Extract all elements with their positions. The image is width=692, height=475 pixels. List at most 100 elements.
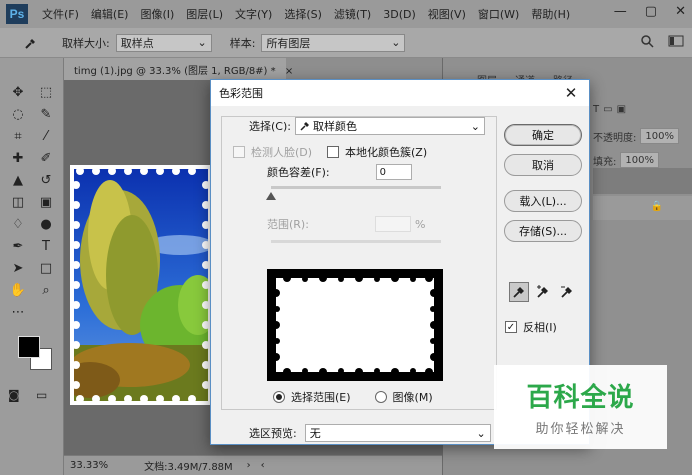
type-tool-icon[interactable]: T <box>34 236 58 256</box>
quick-select-tool-icon[interactable]: ✎ <box>34 104 58 124</box>
brush-tool-icon[interactable]: ✐ <box>34 148 58 168</box>
foreground-color-swatch[interactable] <box>18 336 40 358</box>
menu-file[interactable]: 文件(F) <box>42 6 79 22</box>
invert-checkbox[interactable]: ✓ <box>505 321 517 333</box>
close-tab-icon[interactable]: × <box>285 66 293 77</box>
healing-tool-icon[interactable]: ✚ <box>6 148 30 168</box>
fill-label: 填充: <box>593 156 617 168</box>
menu-edit[interactable]: 编辑(E) <box>91 6 129 22</box>
fuzziness-label: 颜色容差(F): <box>267 166 330 179</box>
marquee-tool-icon[interactable]: ⬚ <box>34 82 58 102</box>
more-tools-icon[interactable]: ⋯ <box>6 302 30 322</box>
cancel-button[interactable]: 取消 <box>504 154 582 176</box>
photoshop-logo: Ps <box>6 4 28 24</box>
fuzziness-slider-track[interactable] <box>271 186 441 189</box>
eyedropper-tool[interactable] <box>509 282 529 302</box>
document-tab-bar: timg (1).jpg @ 33.3% (图层 1, RGB/8#) * × <box>64 58 442 80</box>
fill-input[interactable]: 100% <box>620 152 659 168</box>
eyedropper-tool-preset[interactable] <box>18 33 44 53</box>
menu-type[interactable]: 文字(Y) <box>235 6 272 22</box>
range-input <box>374 216 411 232</box>
stamp-tool-icon[interactable]: ▲ <box>6 170 30 190</box>
move-tool-icon[interactable]: ✥ <box>6 82 30 102</box>
add-to-sample-tool[interactable] <box>533 282 553 302</box>
status-menu-arrow-icon[interactable]: › <box>247 460 251 471</box>
sample-select[interactable]: 所有图层 ⌄ <box>261 33 406 52</box>
opacity-row: 不透明度: 100% <box>593 128 679 144</box>
hand-tool-icon[interactable]: ✋ <box>6 280 30 300</box>
preview-dropdown[interactable]: 无 ⌄ <box>304 424 491 442</box>
subtract-from-sample-tool[interactable] <box>557 282 577 302</box>
invert-row: ✓ 反相(I) <box>505 319 557 335</box>
lasso-tool-icon[interactable]: ◌ <box>6 104 30 124</box>
workspace-icon[interactable] <box>668 34 684 48</box>
type-filter-icon[interactable]: T <box>593 104 599 115</box>
history-brush-icon[interactable]: ↺ <box>34 170 58 190</box>
search-icon[interactable] <box>640 34 654 48</box>
eyedropper-minus-icon <box>561 286 572 298</box>
rectangle-tool-icon[interactable]: □ <box>34 258 58 278</box>
zoom-tool-icon[interactable]: ⌕ <box>34 280 58 300</box>
detect-faces-label: 检测人脸(D) <box>251 146 313 159</box>
menu-filter[interactable]: 滤镜(T) <box>334 6 371 22</box>
tools-panel: ✥ ⬚ ◌ ✎ ⌗ ⁄ ✚ ✐ ▲ ↺ ◫ ▣ ♢ ● ✒ T ➤ □ ✋ ⌕ … <box>0 58 64 475</box>
crop-tool-icon[interactable]: ⌗ <box>6 126 30 146</box>
menu-3d[interactable]: 3D(D) <box>383 8 416 21</box>
layer-row-selected[interactable] <box>593 168 692 194</box>
selection-preview <box>267 269 443 381</box>
blur-tool-icon[interactable]: ♢ <box>6 214 30 234</box>
localized-row: 本地化颜色簇(Z) <box>327 144 427 160</box>
gradient-tool-icon[interactable]: ▣ <box>34 192 58 212</box>
eraser-tool-icon[interactable]: ◫ <box>6 192 30 212</box>
screen-mode-icon[interactable]: ▭ <box>36 388 47 402</box>
sample-size-label: 取样大小: <box>62 36 110 50</box>
minimize-button[interactable]: — <box>614 4 627 19</box>
eyedropper-icon <box>25 38 35 49</box>
menu-select[interactable]: 选择(S) <box>284 6 322 22</box>
close-window-button[interactable]: ✕ <box>675 4 686 19</box>
shape-filter-icon[interactable]: ▭ <box>603 104 612 115</box>
preview-label: 选区预览: <box>249 427 297 440</box>
selection-radio[interactable] <box>273 391 285 403</box>
smart-filter-icon[interactable]: ▣ <box>617 104 626 115</box>
status-bar: 33.33% 文档:3.49M/7.88M › ‹ <box>64 455 442 475</box>
menu-view[interactable]: 视图(V) <box>428 6 466 22</box>
pen-tool-icon[interactable]: ✒ <box>6 236 30 256</box>
close-icon[interactable]: ✕ <box>561 84 581 102</box>
layer-row[interactable]: 🔒 <box>593 196 692 220</box>
dodge-tool-icon[interactable]: ● <box>34 214 58 234</box>
watermark-title: 百科全说 <box>526 383 635 413</box>
save-button[interactable]: 存储(S)... <box>504 220 582 242</box>
eyedropper-tool-icon[interactable]: ⁄ <box>34 126 58 146</box>
localized-clusters-checkbox[interactable] <box>327 146 339 158</box>
select-value: 取样颜色 <box>312 120 357 133</box>
fuzziness-input[interactable]: 0 <box>375 164 412 180</box>
fuzziness-slider-thumb[interactable] <box>266 192 276 200</box>
preview-mode-radios: 选择范围(E) 图像(M) <box>273 389 433 405</box>
maximize-button[interactable]: ▢ <box>645 4 657 19</box>
image-radio[interactable] <box>374 391 387 403</box>
chevron-down-icon: ⌄ <box>476 426 486 440</box>
path-select-tool-icon[interactable]: ➤ <box>6 258 30 278</box>
fuzziness-row: 颜色容差(F): 0 <box>267 164 412 180</box>
invert-label: 反相(I) <box>523 321 557 334</box>
ok-button[interactable]: 确定 <box>504 124 582 146</box>
quick-mask-icon[interactable]: ◙ <box>8 388 20 402</box>
scroll-left-icon[interactable]: ‹ <box>261 460 265 471</box>
zoom-level[interactable]: 33.33% <box>70 460 108 471</box>
dialog-titlebar[interactable]: 色彩范围 ✕ <box>211 80 589 106</box>
detect-faces-checkbox[interactable] <box>233 146 245 158</box>
menu-window[interactable]: 窗口(W) <box>478 6 519 22</box>
opacity-input[interactable]: 100% <box>640 128 679 144</box>
image-radio-label: 图像(M) <box>392 391 433 404</box>
options-bar: 取样大小: 取样点 ⌄ 样本: 所有图层 ⌄ <box>0 28 692 58</box>
document-tab[interactable]: timg (1).jpg @ 33.3% (图层 1, RGB/8#) * × <box>64 58 293 80</box>
load-button[interactable]: 载入(L)... <box>504 190 582 212</box>
sample-size-select[interactable]: 取样点 ⌄ <box>115 33 212 52</box>
select-dropdown[interactable]: 取样颜色 ⌄ <box>294 117 485 135</box>
menu-image[interactable]: 图像(I) <box>140 6 174 22</box>
menu-help[interactable]: 帮助(H) <box>531 6 570 22</box>
menu-layer[interactable]: 图层(L) <box>186 6 223 22</box>
options-right-icons <box>640 34 684 48</box>
select-row: 选择(C): 取样颜色 ⌄ <box>249 117 485 135</box>
